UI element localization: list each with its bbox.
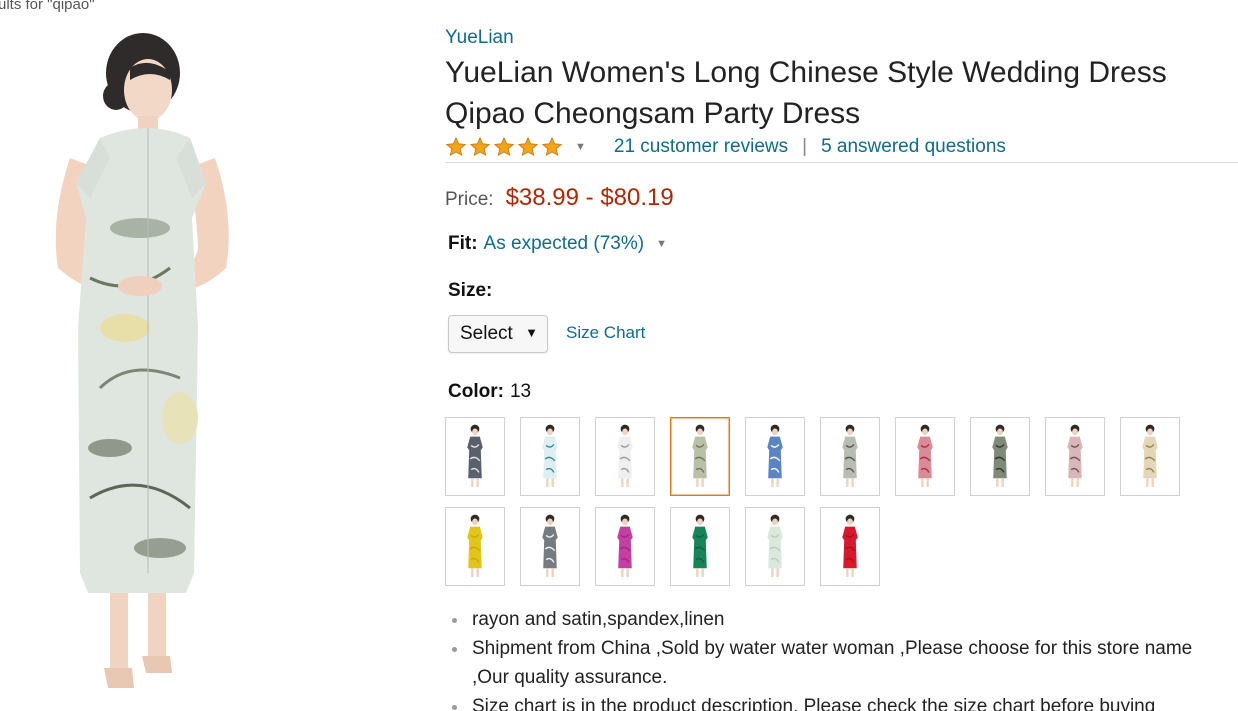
dress-thumbnail-icon xyxy=(617,514,633,577)
color-swatch-beige-floral[interactable] xyxy=(1120,417,1180,496)
divider xyxy=(445,162,1238,163)
product-title: YueLian Women's Long Chinese Style Weddi… xyxy=(445,52,1225,134)
color-count: 13 xyxy=(509,381,532,402)
search-results-breadcrumb[interactable]: ults for "qipao" xyxy=(0,0,95,13)
dress-thumbnail-icon xyxy=(542,514,558,577)
color-swatch-magenta[interactable] xyxy=(595,507,655,586)
customer-reviews-link[interactable]: 21 customer reviews xyxy=(614,136,788,158)
color-row: Color: 13 xyxy=(448,381,531,403)
color-swatch-dark-green-floral[interactable] xyxy=(970,417,1030,496)
dropdown-arrow-icon: ▼ xyxy=(525,325,538,340)
dress-thumbnail-icon xyxy=(842,514,858,577)
color-swatch-black-white-floral[interactable] xyxy=(520,507,580,586)
dress-thumbnail-icon xyxy=(767,424,783,487)
color-swatch-pink-floral[interactable] xyxy=(1045,417,1105,496)
fit-value-link[interactable]: As expected (73%) xyxy=(484,233,645,255)
product-title-line-1: YueLian Women's Long Chinese Style Weddi… xyxy=(445,56,1167,89)
rating-dropdown-caret-icon[interactable]: ▼ xyxy=(575,141,586,153)
fit-label: Fit: xyxy=(448,233,478,254)
dress-thumbnail-icon xyxy=(692,514,708,577)
star-icon xyxy=(517,136,539,157)
color-swatch-green[interactable] xyxy=(670,507,730,586)
product-title-line-2: Qipao Cheongsam Party Dress xyxy=(445,97,861,130)
dress-thumbnail-icon xyxy=(617,424,633,487)
fit-row: Fit: As expected (73%) ▼ xyxy=(448,233,667,255)
color-swatch-red[interactable] xyxy=(820,507,880,586)
size-label: Size: xyxy=(448,280,493,301)
feature-bullet: rayon and satin,spandex,linen xyxy=(450,605,1230,634)
dress-thumbnail-icon xyxy=(542,424,558,487)
star-icon xyxy=(493,136,515,157)
color-swatch-red-floral[interactable] xyxy=(895,417,955,496)
dress-thumbnail-icon xyxy=(992,424,1008,487)
dress-thumbnail-icon xyxy=(1067,424,1083,487)
feature-bullet: Size chart is in the product description… xyxy=(450,692,1230,711)
dress-thumbnail-icon xyxy=(467,424,483,487)
fit-dropdown-caret-icon[interactable]: ▼ xyxy=(656,238,667,250)
rating-separator: | xyxy=(802,136,808,157)
dress-thumbnail-icon xyxy=(692,424,708,487)
price-row: Price: $38.99 - $80.19 xyxy=(445,184,674,212)
feature-bullets: rayon and satin,spandex,linen Shipment f… xyxy=(450,605,1230,711)
dress-thumbnail-icon xyxy=(767,514,783,577)
star-icon xyxy=(469,136,491,157)
color-swatch-yellow[interactable] xyxy=(445,507,505,586)
size-select[interactable]: Select ▼ xyxy=(448,315,548,353)
price-value: $38.99 - $80.19 xyxy=(505,184,674,211)
dress-thumbnail-icon xyxy=(1142,424,1158,487)
star-rating[interactable] xyxy=(445,136,563,158)
color-swatch-blue-white[interactable] xyxy=(745,417,805,496)
rating-row: ▼ 21 customer reviews | 5 answered quest… xyxy=(445,133,1006,161)
color-swatch-teal-floral[interactable] xyxy=(520,417,580,496)
color-swatch-green-lotus[interactable] xyxy=(670,417,730,496)
dress-thumbnail-icon xyxy=(842,424,858,487)
brand-link[interactable]: YueLian xyxy=(445,27,514,49)
answered-questions-link[interactable]: 5 answered questions xyxy=(821,136,1006,158)
dress-thumbnail-icon xyxy=(917,424,933,487)
size-chart-link[interactable]: Size Chart xyxy=(566,323,645,343)
color-label: Color: xyxy=(448,381,504,402)
size-select-value: Select xyxy=(460,323,513,344)
star-icon xyxy=(541,136,563,157)
product-main-image[interactable] xyxy=(30,28,245,693)
star-icon xyxy=(445,136,467,157)
color-swatch-light-mint[interactable] xyxy=(745,507,805,586)
color-swatch-black-floral[interactable] xyxy=(445,417,505,496)
price-label: Price: xyxy=(445,189,494,210)
feature-bullet: Shipment from China ,Sold by water water… xyxy=(450,634,1230,692)
color-swatch-grey-floral[interactable] xyxy=(820,417,880,496)
dress-thumbnail-icon xyxy=(467,514,483,577)
color-swatch-white-floral[interactable] xyxy=(595,417,655,496)
